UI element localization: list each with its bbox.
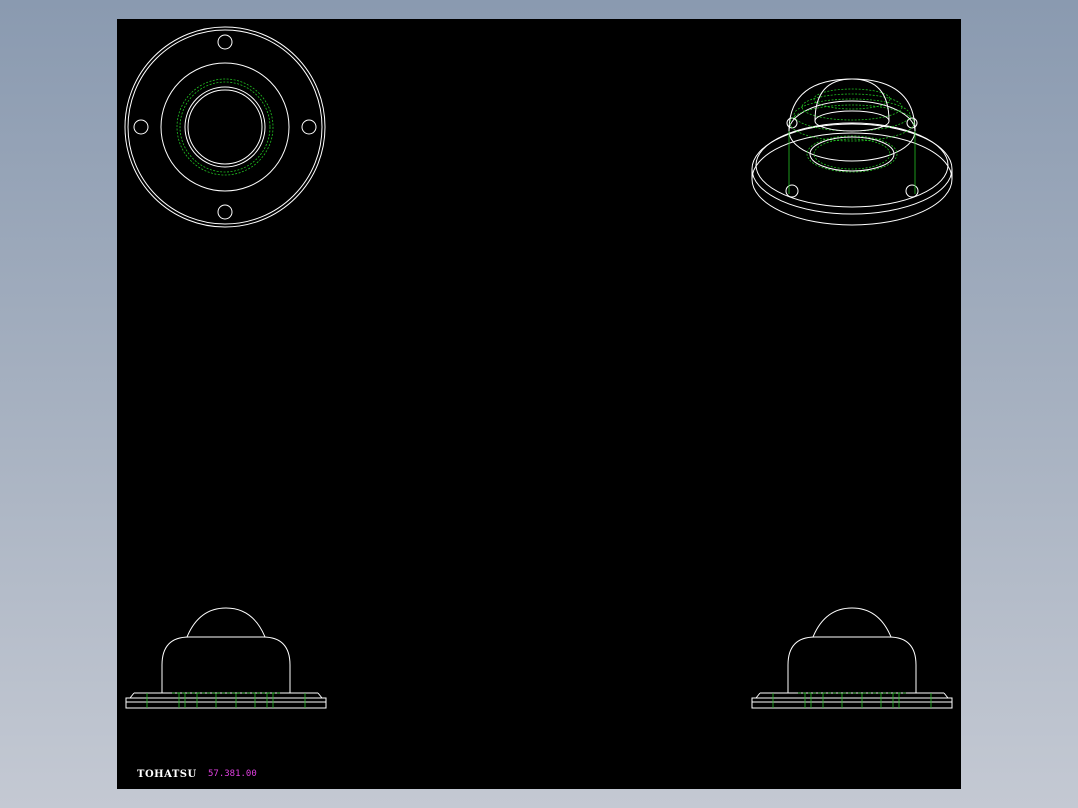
- side-view: [751, 607, 953, 709]
- part-number-label: 57.381.00: [208, 769, 257, 779]
- front-housing: [161, 636, 291, 693]
- iso-ball-seat: [809, 136, 895, 172]
- iso-ball-equator: [814, 110, 890, 132]
- isometric-view: [751, 78, 953, 226]
- iso-bolt-hole-back-right: [906, 117, 918, 129]
- flange-outer-edge: [124, 26, 326, 228]
- front-ball: [186, 607, 266, 638]
- iso-flange-bottom: [751, 132, 953, 226]
- ball-outline: [187, 89, 263, 165]
- front-flange: [125, 697, 327, 709]
- flange-outer-edge-inner: [127, 29, 323, 225]
- front-view: [125, 607, 327, 709]
- iso-bolt-hole-left: [785, 184, 799, 198]
- side-flange: [751, 697, 953, 709]
- iso-bolt-hole-right: [905, 184, 919, 198]
- bolt-hole-bottom: [217, 204, 233, 220]
- top-view: [124, 26, 326, 228]
- bolt-hole-left: [133, 119, 149, 135]
- hidden-ring-outer: [176, 78, 274, 176]
- brand-label: TOHATSU: [137, 769, 197, 780]
- iso-bolt-hole-back-left: [786, 117, 798, 129]
- ball-outline-outer: [184, 86, 266, 168]
- hidden-ring-inner: [179, 81, 271, 173]
- side-housing: [787, 636, 917, 693]
- side-ball: [812, 607, 892, 638]
- bolt-hole-top: [217, 34, 233, 50]
- cad-drawing: [124, 26, 953, 709]
- drawing-sheet: TOHATSU 57.381.00: [117, 19, 961, 789]
- bolt-hole-right: [301, 119, 317, 135]
- iso-ball: [814, 78, 890, 122]
